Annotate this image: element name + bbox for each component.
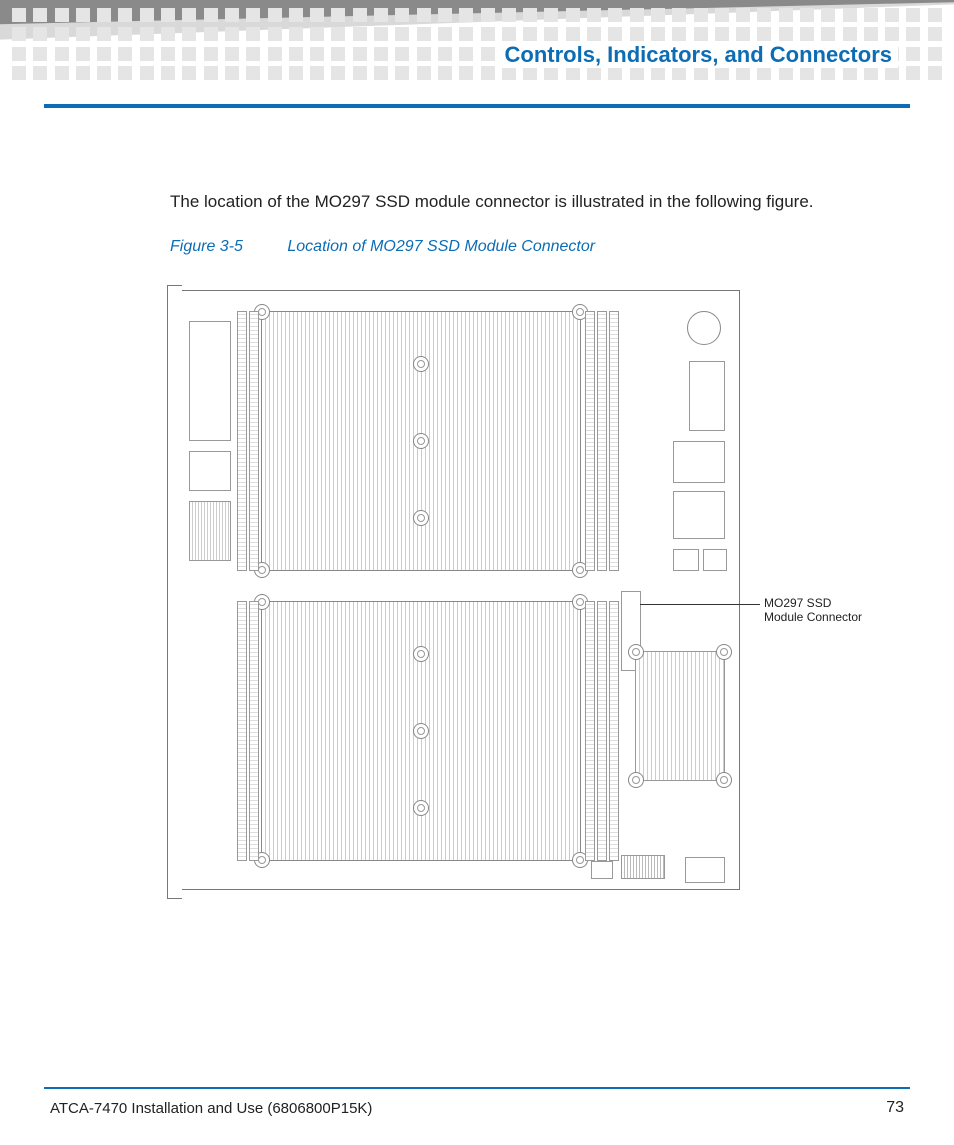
small-heatsink <box>635 651 725 781</box>
header-rule <box>44 104 910 108</box>
dimm-slot <box>597 601 607 861</box>
dimm-slot <box>249 311 259 571</box>
dimm-slot <box>585 601 595 861</box>
module-area <box>189 451 231 491</box>
board-outline <box>180 290 740 890</box>
heatsink-top <box>261 311 581 571</box>
module-area <box>189 501 231 561</box>
callout-label: MO297 SSD Module Connector <box>764 596 862 625</box>
page-number: 73 <box>886 1099 904 1117</box>
chip <box>703 549 727 571</box>
page: Controls, Indicators, and Connectors The… <box>0 0 954 1145</box>
coin-cell <box>687 311 721 345</box>
dimm-slot <box>237 601 247 861</box>
dimm-slot <box>609 601 619 861</box>
chip <box>621 855 665 879</box>
figure-diagram: MO297 SSD Module Connector <box>180 280 880 920</box>
chip <box>673 491 725 539</box>
figure-title: Location of MO297 SSD Module Connector <box>287 238 595 255</box>
dimm-slot <box>585 311 595 571</box>
figure-number: Figure 3-5 <box>170 238 243 255</box>
intro-paragraph: The location of the MO297 SSD module con… <box>170 192 864 212</box>
dimm-slot <box>237 311 247 571</box>
section-title: Controls, Indicators, and Connectors <box>499 42 898 68</box>
dimm-slot <box>609 311 619 571</box>
dimm-slot <box>597 311 607 571</box>
callout-leader <box>640 604 760 605</box>
footer-doc-title: ATCA-7470 Installation and Use (6806800P… <box>50 1100 372 1117</box>
heatsink-bottom <box>261 601 581 861</box>
connector-block <box>689 361 725 431</box>
callout-line1: MO297 SSD <box>764 596 831 610</box>
callout-line2: Module Connector <box>764 610 862 624</box>
chip <box>685 857 725 883</box>
figure-caption: Figure 3-5 Location of MO297 SSD Module … <box>170 238 595 256</box>
module-area <box>189 321 231 441</box>
dimm-slot <box>249 601 259 861</box>
chip <box>673 441 725 483</box>
chip <box>673 549 699 571</box>
chip <box>591 861 613 879</box>
footer-rule <box>44 1087 910 1089</box>
